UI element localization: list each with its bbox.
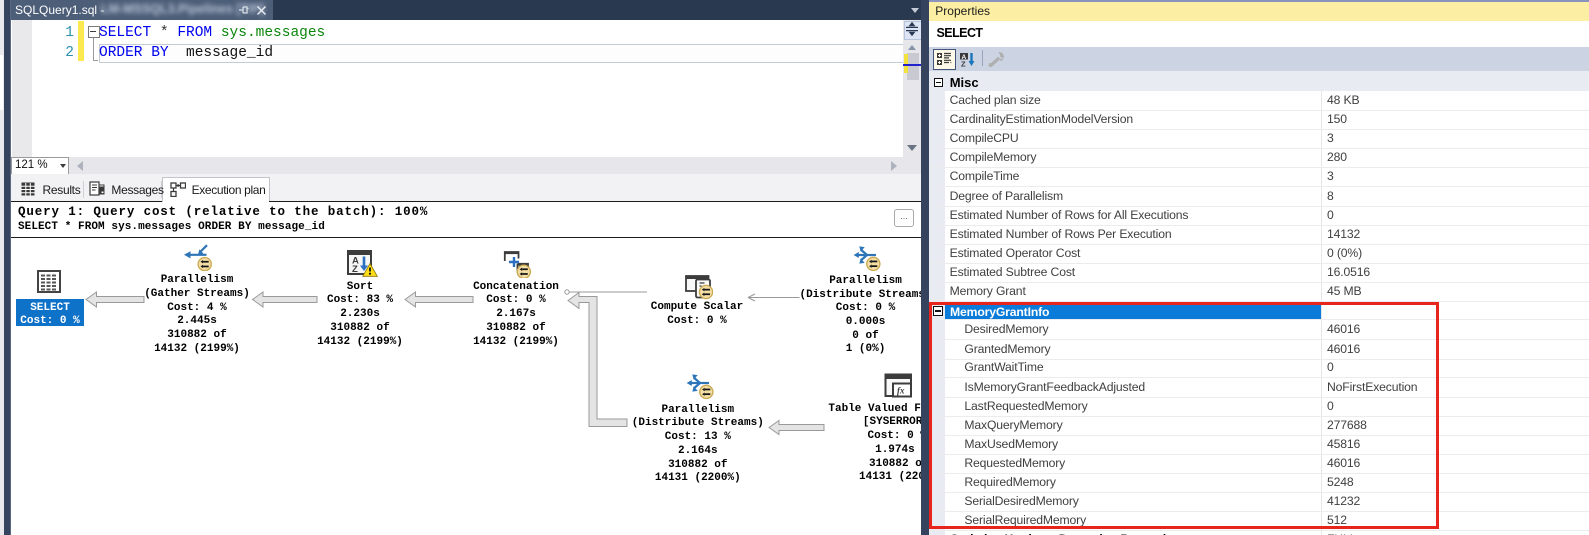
svg-text:fx: fx [897,385,905,395]
svg-text:Z: Z [352,264,358,275]
svg-text:Z: Z [961,59,966,67]
